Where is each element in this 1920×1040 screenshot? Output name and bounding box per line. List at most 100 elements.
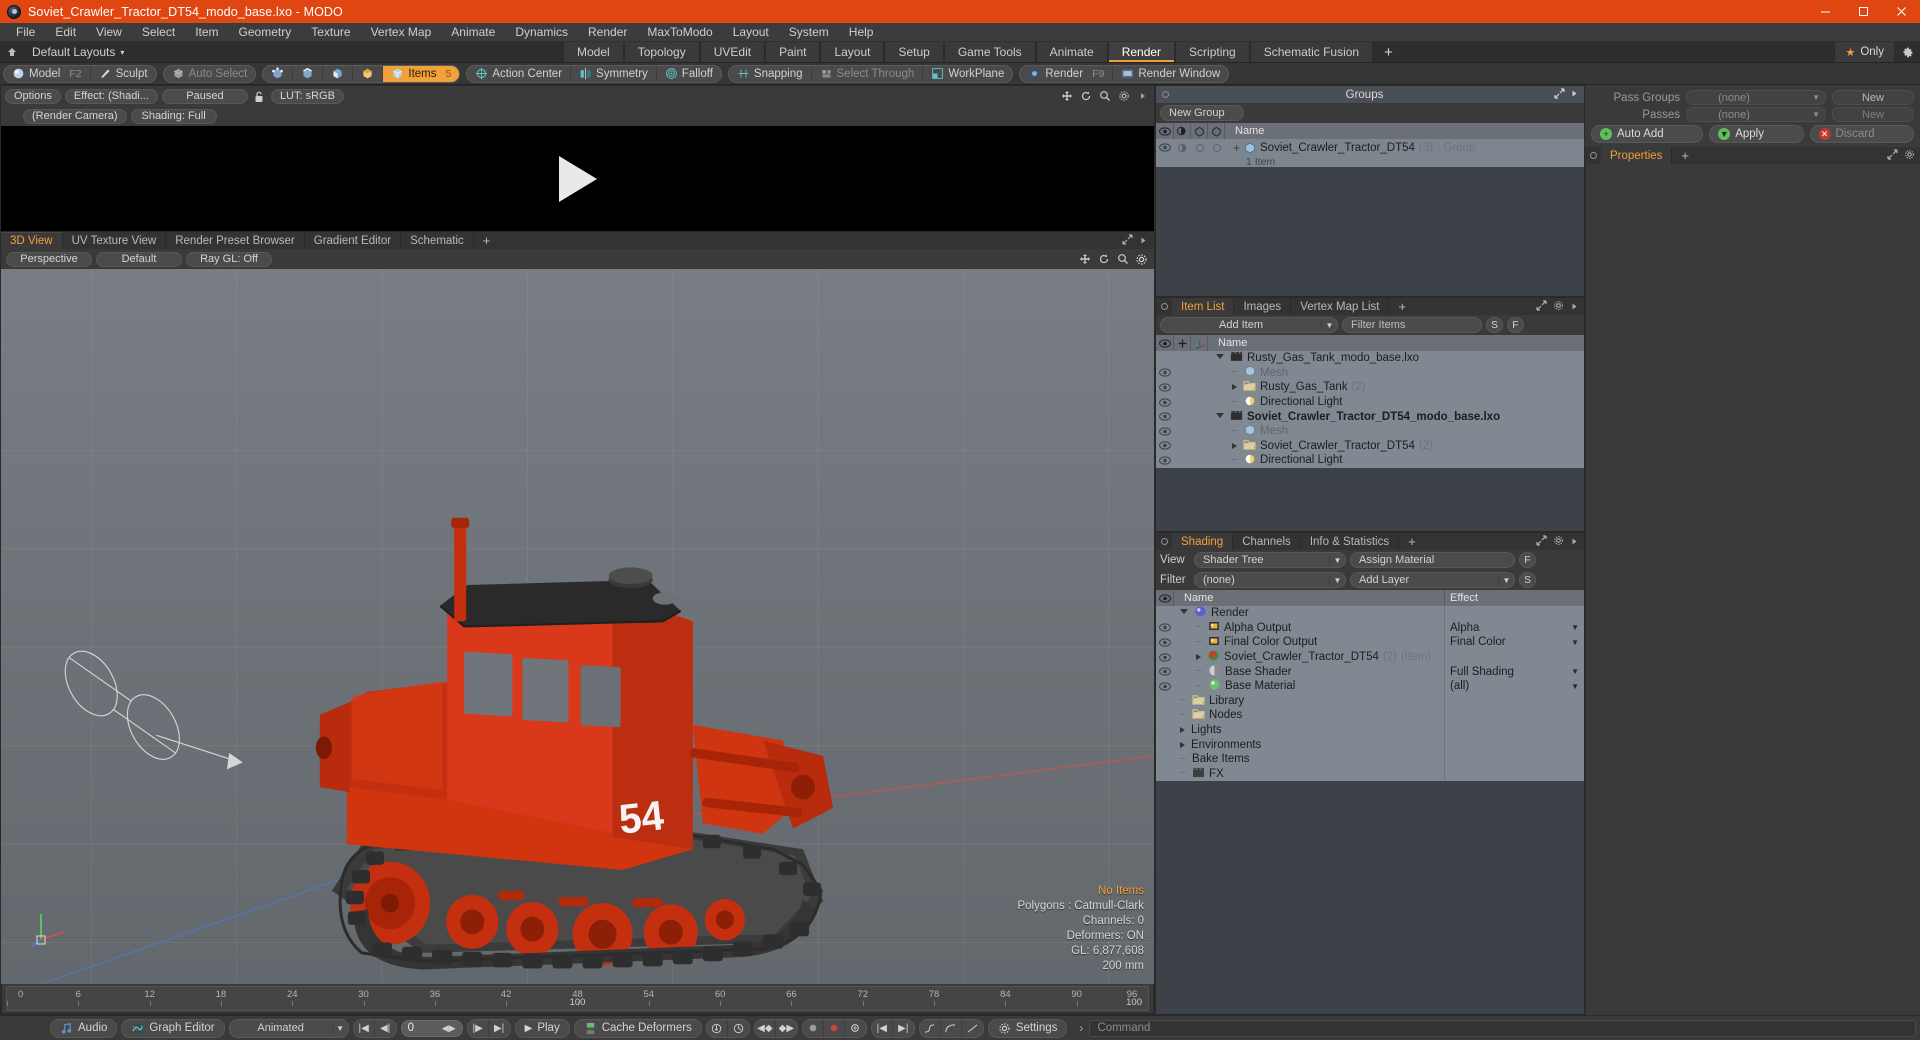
move-icon[interactable] (1059, 89, 1074, 104)
tab-uv-texture-view[interactable]: UV Texture View (62, 232, 167, 249)
zoom-icon[interactable] (1097, 89, 1112, 104)
item-name-cell[interactable]: Rusty_Gas_Tank_modo_base.lxo (1208, 351, 1584, 365)
zoom-icon[interactable] (1115, 252, 1130, 267)
table-row[interactable]: + Soviet_Crawler_Tractor_DT54 (3) : Grou… (1156, 139, 1584, 156)
key-circle-button[interactable] (803, 1019, 824, 1037)
shader-name-cell[interactable]: ┈ Nodes (1174, 708, 1444, 722)
row-visibility-toggle[interactable] (1156, 441, 1174, 450)
list-item[interactable]: Render (1156, 606, 1584, 621)
chevron-right-icon[interactable] (1135, 89, 1150, 104)
snapping-button[interactable]: Snapping (729, 65, 812, 82)
menu-maxtomodo[interactable]: MaxToModo (637, 23, 722, 42)
tab-schematic[interactable]: Schematic (401, 232, 474, 249)
shader-name-cell[interactable]: Render (1174, 606, 1444, 621)
close-button[interactable] (1882, 0, 1920, 23)
shader-name-cell[interactable]: Lights (1174, 724, 1444, 736)
chevron-right-icon[interactable] (1570, 89, 1579, 101)
expand-icon[interactable] (1122, 233, 1133, 248)
timeline-ruler[interactable]: 0 6 12 18 24 30 36 42 48 54 60 66 72 78 84 90 96 100 100 (1, 984, 1154, 1014)
chevron-right-icon[interactable] (1570, 535, 1579, 549)
list-item[interactable]: Soviet_Crawler_Tractor_DT54_modo_base.lx… (1156, 409, 1584, 424)
menu-item[interactable]: Item (185, 23, 228, 42)
key-add-button[interactable] (845, 1020, 866, 1037)
effect-cell[interactable]: (all) ▼ (1444, 678, 1584, 694)
key-next-button[interactable]: ◆▶ (776, 1020, 797, 1037)
menu-edit[interactable]: Edit (45, 23, 86, 42)
key-prev-button[interactable]: ◀◆ (755, 1019, 776, 1037)
apply-button[interactable]: ▼ Apply (1709, 125, 1804, 143)
chevron-down-icon[interactable]: ▼ (1321, 320, 1337, 330)
expand-icon[interactable] (1887, 148, 1898, 163)
row-visibility-toggle[interactable] (1156, 383, 1174, 392)
chevron-right-icon[interactable] (1570, 300, 1579, 314)
menu-render[interactable]: Render (578, 23, 637, 42)
item-list-f-button[interactable]: F (1507, 317, 1524, 333)
rotate-icon[interactable] (1078, 89, 1093, 104)
panel-menu-icon[interactable] (1590, 152, 1597, 159)
effect-cell[interactable]: Full Shading ▼ (1444, 664, 1584, 679)
audio-button[interactable]: Audio (50, 1018, 118, 1038)
tab-info-statistics[interactable]: Info & Statistics (1300, 533, 1400, 550)
next-key-button[interactable]: |▶ (468, 1019, 489, 1037)
item-name-cell[interactable]: Rusty_Gas_Tank (2) (1208, 380, 1584, 394)
items-mode-button[interactable]: Items 5 (383, 65, 460, 82)
list-item[interactable]: ┈ Mesh (1156, 424, 1584, 439)
render-camera-button[interactable]: (Render Camera) (23, 108, 127, 124)
tab-model[interactable]: Model (563, 42, 624, 62)
tab-paint[interactable]: Paint (765, 42, 821, 62)
render-paused-button[interactable]: Paused (161, 88, 248, 104)
gear-icon[interactable] (1894, 42, 1920, 62)
row-render-toggle[interactable] (1191, 143, 1208, 153)
menu-vertex-map[interactable]: Vertex Map (361, 23, 442, 42)
lut-button[interactable]: LUT: sRGB (270, 88, 344, 104)
dynamics-toggle-button[interactable] (728, 1020, 749, 1037)
pass-groups-field[interactable]: (none) ▼ (1686, 90, 1826, 105)
list-item[interactable]: ┈ Final Color Output Final Color ▼ (1156, 635, 1584, 650)
auto-add-button[interactable]: + Auto Add (1591, 125, 1704, 143)
tab-shading[interactable]: Shading (1172, 533, 1234, 550)
tab-item-list[interactable]: Item List (1172, 298, 1235, 315)
tab-schematic-fusion[interactable]: Schematic Fusion (1249, 42, 1374, 62)
expand-plus-icon[interactable]: + (1233, 141, 1240, 155)
tab-3d-view[interactable]: 3D View (1, 232, 63, 249)
shading-filter-dropdown[interactable]: (none) ▼ (1194, 572, 1346, 588)
group-row-name[interactable]: + Soviet_Crawler_Tractor_DT54 (3) : Grou… (1225, 141, 1584, 155)
tab-images[interactable]: Images (1234, 298, 1292, 315)
list-item[interactable]: Soviet_Crawler_Tractor_DT54 (2) (Item) (1156, 649, 1584, 665)
chevron-down-icon[interactable]: ▼ (1329, 555, 1345, 565)
range-start-button[interactable]: |◀ (872, 1019, 893, 1037)
go-to-end-button[interactable]: ▶| (489, 1020, 510, 1037)
chevron-down-icon[interactable]: ▼ (1329, 575, 1345, 585)
new-pass-group-button[interactable]: New (1832, 90, 1914, 105)
command-input[interactable]: Command (1089, 1019, 1916, 1037)
tab-uvedit[interactable]: UVEdit (699, 42, 766, 62)
row-visibility-toggle[interactable] (1156, 368, 1174, 377)
new-group-button[interactable]: New Group (1160, 105, 1244, 121)
mode-sculpt-button[interactable]: Sculpt (91, 66, 156, 82)
play-button[interactable]: ▶ Play (514, 1018, 570, 1038)
filter-items-input[interactable]: Filter Items (1342, 317, 1482, 333)
mode-model-button[interactable]: Model F2 (4, 65, 91, 82)
item-name-cell[interactable]: ┈ Directional Light (1208, 453, 1584, 468)
add-item-dropdown[interactable]: Add Item ▼ (1160, 317, 1338, 333)
row-visibility-toggle[interactable] (1156, 412, 1174, 421)
prev-key-button[interactable]: ◀| (375, 1020, 396, 1037)
assign-material-button[interactable]: Assign Material (1350, 552, 1515, 568)
row-visibility-toggle[interactable] (1156, 682, 1174, 691)
panel-menu-icon[interactable] (1162, 91, 1169, 98)
row-eye-toggle[interactable] (1156, 143, 1174, 152)
curve-out-button[interactable] (941, 1019, 962, 1037)
row-visibility-toggle[interactable] (1156, 638, 1174, 647)
row-visibility-toggle[interactable] (1156, 427, 1174, 436)
list-item[interactable]: ┈ Directional Light (1156, 395, 1584, 410)
effect-cell[interactable]: Final Color ▼ (1444, 635, 1584, 650)
menu-view[interactable]: View (86, 23, 132, 42)
list-item[interactable]: Environments (1156, 737, 1584, 752)
shading-add-tab[interactable]: + (1399, 533, 1425, 550)
viewport-3d-canvas[interactable]: 54 No Items Polygons: Catmull-Clark Cha… (1, 269, 1154, 984)
collapse-triangle-icon[interactable] (1180, 609, 1188, 617)
tab-game-tools[interactable]: Game Tools (943, 42, 1036, 62)
tab-setup[interactable]: Setup (884, 42, 944, 62)
row-select-toggle[interactable] (1208, 143, 1225, 153)
expand-icon[interactable] (1554, 87, 1565, 102)
